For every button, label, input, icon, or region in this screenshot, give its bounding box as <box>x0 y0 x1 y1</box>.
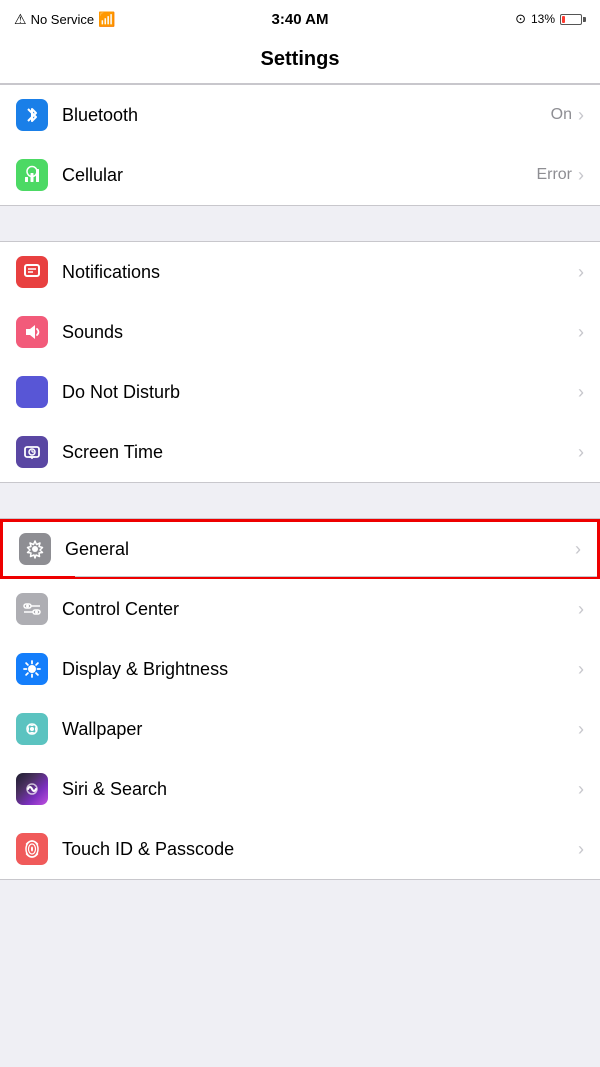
warning-icon: ⚠ <box>14 11 27 28</box>
touchid-icon-bg <box>16 833 48 865</box>
settings-row-siri[interactable]: Siri & Search › <box>0 759 600 819</box>
wifi-icon: 📶 <box>98 11 115 28</box>
display-chevron: › <box>578 659 584 680</box>
settings-row-bluetooth[interactable]: Bluetooth On › <box>0 85 600 145</box>
battery-percent-label: 13% <box>531 12 555 26</box>
donotdisturb-icon <box>22 382 42 402</box>
bluetooth-icon-bg <box>16 99 48 131</box>
general-label: General <box>65 539 575 560</box>
status-bar: ⚠ No Service 📶 3:40 AM ⊙ 13% <box>0 0 600 38</box>
status-time: 3:40 AM <box>272 11 329 28</box>
settings-row-donotdisturb[interactable]: Do Not Disturb › <box>0 362 600 422</box>
cellular-label: Cellular <box>62 165 536 186</box>
sounds-chevron: › <box>578 322 584 343</box>
status-right: ⊙ 13% <box>515 11 586 27</box>
controlcenter-icon <box>22 599 42 619</box>
section-system1: Notifications › Sounds › Do Not Disturb … <box>0 241 600 483</box>
rotation-lock-icon: ⊙ <box>515 11 526 27</box>
notifications-chevron: › <box>578 262 584 283</box>
cellular-chevron: › <box>578 165 584 186</box>
siri-label: Siri & Search <box>62 779 578 800</box>
no-service-label: No Service <box>31 12 95 27</box>
bluetooth-chevron: › <box>578 105 584 126</box>
bluetooth-icon <box>22 105 42 125</box>
general-icon <box>25 539 45 559</box>
screentime-label: Screen Time <box>62 442 578 463</box>
spacer-2 <box>0 483 600 518</box>
section-connectivity: Bluetooth On › Cellular Error › <box>0 84 600 206</box>
screentime-icon-bg <box>16 436 48 468</box>
screentime-chevron: › <box>578 442 584 463</box>
screentime-icon <box>22 442 42 462</box>
notifications-label: Notifications <box>62 262 578 283</box>
wallpaper-chevron: › <box>578 719 584 740</box>
controlcenter-chevron: › <box>578 599 584 620</box>
display-icon-bg <box>16 653 48 685</box>
display-icon <box>22 659 42 679</box>
settings-row-notifications[interactable]: Notifications › <box>0 242 600 302</box>
bluetooth-label: Bluetooth <box>62 105 551 126</box>
settings-row-cellular[interactable]: Cellular Error › <box>0 145 600 205</box>
settings-row-display[interactable]: Display & Brightness › <box>0 639 600 699</box>
sounds-icon <box>22 322 42 342</box>
donotdisturb-chevron: › <box>578 382 584 403</box>
section-system2: General › Control Center › <box>0 518 600 880</box>
siri-icon-bg <box>16 773 48 805</box>
general-icon-bg <box>19 533 51 565</box>
page-title-bar: Settings <box>0 38 600 84</box>
status-left: ⚠ No Service 📶 <box>14 11 116 28</box>
controlcenter-label: Control Center <box>62 599 578 620</box>
settings-row-sounds[interactable]: Sounds › <box>0 302 600 362</box>
controlcenter-icon-bg <box>16 593 48 625</box>
siri-icon <box>22 779 42 799</box>
display-label: Display & Brightness <box>62 659 578 680</box>
cellular-icon <box>22 165 42 185</box>
settings-row-wallpaper[interactable]: Wallpaper › <box>0 699 600 759</box>
bluetooth-value: On <box>551 106 572 124</box>
wallpaper-label: Wallpaper <box>62 719 578 740</box>
settings-row-controlcenter[interactable]: Control Center › <box>0 579 600 639</box>
wallpaper-icon <box>22 719 42 739</box>
touchid-chevron: › <box>578 839 584 860</box>
notifications-icon-bg <box>16 256 48 288</box>
donotdisturb-icon-bg <box>16 376 48 408</box>
general-chevron: › <box>575 539 581 560</box>
cellular-value: Error <box>536 166 572 184</box>
touchid-icon <box>22 839 42 859</box>
cellular-icon-bg <box>16 159 48 191</box>
settings-row-touchid[interactable]: Touch ID & Passcode › <box>0 819 600 879</box>
siri-chevron: › <box>578 779 584 800</box>
notifications-icon <box>22 262 42 282</box>
sounds-icon-bg <box>16 316 48 348</box>
wallpaper-icon-bg <box>16 713 48 745</box>
settings-row-screentime[interactable]: Screen Time › <box>0 422 600 482</box>
donotdisturb-label: Do Not Disturb <box>62 382 578 403</box>
battery-icon <box>560 14 586 25</box>
settings-row-general[interactable]: General › <box>0 519 600 579</box>
sounds-label: Sounds <box>62 322 578 343</box>
page-title: Settings <box>261 48 340 70</box>
touchid-label: Touch ID & Passcode <box>62 839 578 860</box>
spacer-1 <box>0 206 600 241</box>
